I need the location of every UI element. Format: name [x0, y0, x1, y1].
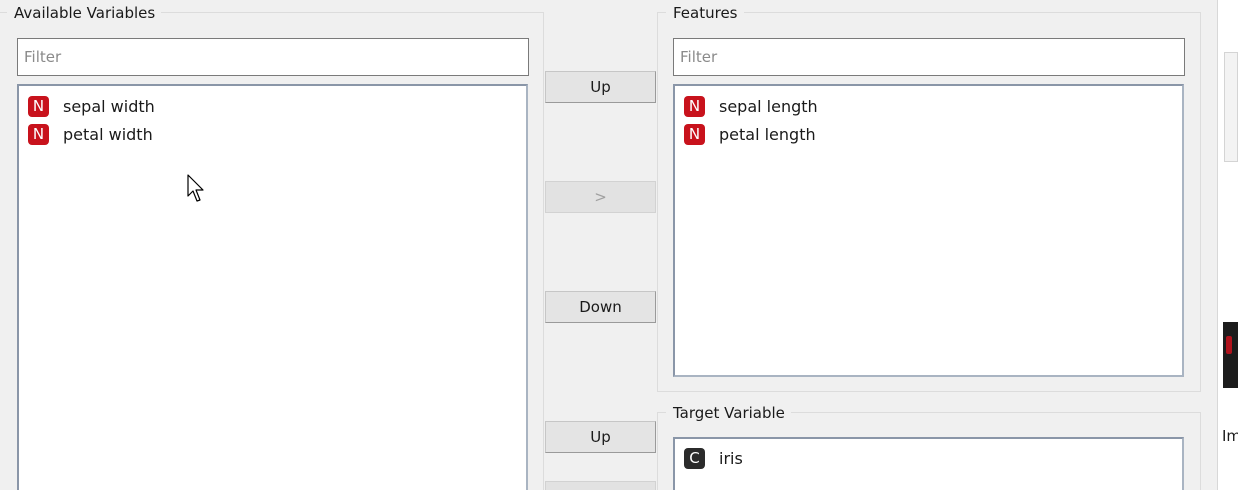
adjacent-window-text: Im — [1222, 427, 1238, 445]
features-up-button[interactable]: Up — [545, 71, 656, 103]
move-to-target-button[interactable] — [545, 481, 656, 490]
numeric-variable-icon: N — [684, 95, 705, 117]
target-variable-title: Target Variable — [666, 404, 791, 422]
variable-label: iris — [719, 448, 743, 468]
target-variable-list[interactable]: C iris — [673, 437, 1184, 490]
numeric-variable-icon: N — [684, 123, 705, 145]
numeric-variable-icon: N — [28, 95, 49, 117]
numeric-variable-icon: N — [28, 123, 49, 145]
list-item[interactable]: N petal length — [675, 120, 1182, 148]
features-filter-input[interactable] — [673, 38, 1185, 76]
adjacent-image-thumbnail — [1223, 322, 1238, 388]
features-list[interactable]: N sepal length N petal length — [673, 84, 1184, 377]
variable-label: sepal length — [719, 96, 818, 116]
available-variables-list[interactable]: N sepal width N petal width — [17, 84, 528, 490]
available-filter-input[interactable] — [17, 38, 529, 76]
features-title: Features — [666, 4, 744, 22]
available-variables-title: Available Variables — [7, 4, 162, 22]
list-item[interactable]: C iris — [675, 444, 1182, 472]
list-item[interactable]: N petal width — [19, 120, 526, 148]
variable-label: petal length — [719, 124, 816, 144]
move-to-features-button[interactable]: > — [545, 181, 656, 213]
variable-label: sepal width — [63, 96, 155, 116]
mouse-pointer-icon — [187, 174, 204, 202]
list-item[interactable]: N sepal length — [675, 92, 1182, 120]
features-down-button[interactable]: Down — [545, 291, 656, 323]
target-up-button[interactable]: Up — [545, 421, 656, 453]
variable-label: petal width — [63, 124, 153, 144]
categorical-variable-icon: C — [684, 447, 705, 469]
adjacent-panel — [1224, 52, 1238, 162]
list-item[interactable]: N sepal width — [19, 92, 526, 120]
